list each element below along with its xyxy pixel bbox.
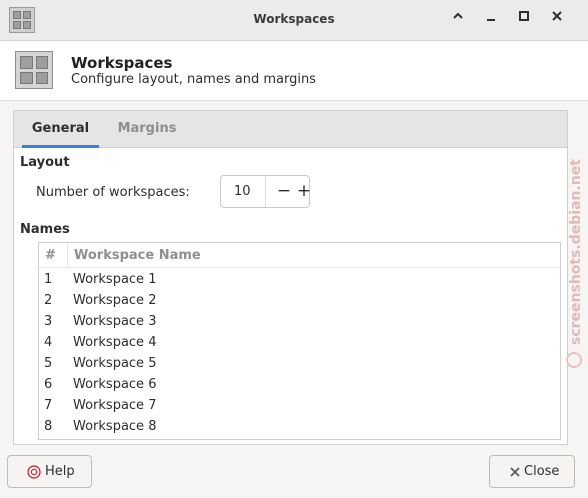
row-number: 3 (44, 314, 53, 329)
list-item[interactable]: 4 Workspace 4 (39, 333, 560, 354)
column-divider (67, 243, 68, 267)
workspace-names-list[interactable]: # Workspace Name 1 Workspace 1 2 Workspa… (38, 242, 561, 440)
settings-notebook: General Margins Layout Number of workspa… (13, 110, 568, 445)
dialog-header: Workspaces Configure layout, names and m… (0, 41, 588, 101)
maximize-icon[interactable] (514, 10, 534, 30)
minimize-icon[interactable] (481, 10, 501, 30)
help-button-label: Help (45, 464, 75, 479)
tab-general[interactable]: General (22, 111, 99, 148)
workspaces-dialog: Workspaces Workspaces Configure layout, … (0, 0, 588, 498)
watermark-text: screenshots.debian.net (568, 159, 584, 345)
list-item[interactable]: 6 Workspace 6 (39, 375, 560, 396)
workspaces-count-value[interactable]: 10 (221, 176, 261, 207)
chevron-up-icon[interactable] (448, 10, 468, 30)
help-button[interactable]: Help (7, 455, 92, 488)
row-number: 7 (44, 398, 53, 413)
workspace-name[interactable]: Workspace 2 (73, 293, 156, 308)
header-title: Workspaces (71, 54, 173, 72)
row-number: 6 (44, 377, 53, 392)
workspace-name[interactable]: Workspace 3 (73, 314, 156, 329)
workspaces-icon (15, 51, 53, 89)
row-number: 8 (44, 419, 53, 434)
watermark-swirl-icon (566, 352, 582, 368)
watermark: screenshots.debian.net (566, 159, 584, 368)
list-header: # Workspace Name (39, 243, 560, 268)
tab-margins[interactable]: Margins (108, 111, 186, 148)
workspace-name[interactable]: Workspace 7 (73, 398, 156, 413)
row-number: 2 (44, 293, 53, 308)
list-item[interactable]: 5 Workspace 5 (39, 354, 560, 375)
workspaces-count-spinner[interactable]: 10 − + (220, 175, 311, 208)
workspace-name[interactable]: Workspace 1 (73, 272, 156, 287)
names-section-label: Names (20, 222, 70, 237)
close-icon[interactable] (547, 10, 567, 30)
workspace-name[interactable]: Workspace 6 (73, 377, 156, 392)
row-number: 5 (44, 356, 53, 371)
list-item[interactable]: 7 Workspace 7 (39, 396, 560, 417)
list-item[interactable]: 1 Workspace 1 (39, 270, 560, 291)
tab-bar: General Margins (14, 111, 567, 148)
close-button[interactable]: Close (489, 455, 575, 488)
workspace-name[interactable]: Workspace 4 (73, 335, 156, 350)
workspace-name[interactable]: Workspace 8 (73, 419, 156, 434)
row-number: 1 (44, 272, 53, 287)
list-item[interactable]: 2 Workspace 2 (39, 291, 560, 312)
list-item[interactable]: 8 Workspace 8 (39, 417, 560, 438)
layout-section-label: Layout (20, 155, 70, 170)
list-item[interactable]: 3 Workspace 3 (39, 312, 560, 333)
column-header-name[interactable]: Workspace Name (74, 248, 201, 263)
increment-button[interactable]: + (292, 176, 316, 207)
row-number: 4 (44, 335, 53, 350)
title-bar[interactable]: Workspaces (0, 0, 588, 41)
header-subtitle: Configure layout, names and margins (71, 72, 316, 87)
close-button-label: Close (524, 464, 560, 479)
close-icon (510, 467, 520, 477)
help-icon (27, 465, 41, 479)
workspace-name[interactable]: Workspace 5 (73, 356, 156, 371)
number-of-workspaces-label: Number of workspaces: (36, 185, 190, 200)
column-header-number[interactable]: # (45, 248, 56, 263)
spinner-divider (265, 176, 266, 207)
